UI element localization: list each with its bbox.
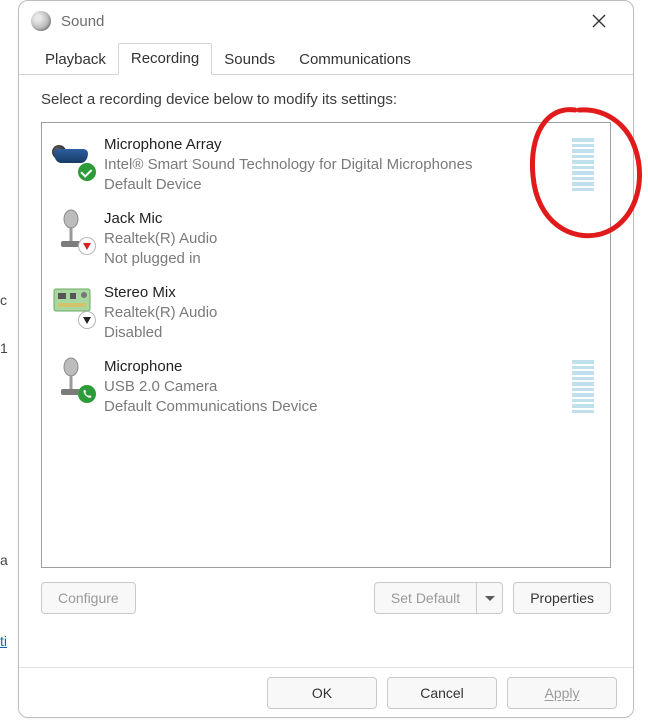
tab-playback[interactable]: Playback xyxy=(33,45,118,75)
properties-button[interactable]: Properties xyxy=(513,582,611,614)
microphone-icon xyxy=(52,209,94,253)
device-status: Default Device xyxy=(104,175,562,195)
tab-panel-recording: Select a recording device below to modif… xyxy=(19,75,633,624)
titlebar: Sound xyxy=(19,1,633,41)
device-item[interactable]: Jack Mic Realtek(R) Audio Not plugged in xyxy=(46,203,606,277)
tab-strip: Playback Recording Sounds Communications xyxy=(19,41,633,75)
bg-fragment: ti xyxy=(0,633,14,649)
dialog-footer: OK Cancel Apply xyxy=(19,667,633,717)
device-list[interactable]: Microphone Array Intel® Smart Sound Tech… xyxy=(41,122,611,568)
device-text: Microphone USB 2.0 Camera Default Commun… xyxy=(104,357,562,417)
device-driver: Realtek(R) Audio xyxy=(104,303,598,323)
bg-fragment: c xyxy=(0,292,14,308)
device-status: Default Communications Device xyxy=(104,397,562,417)
device-status: Disabled xyxy=(104,323,598,343)
device-item[interactable]: Microphone USB 2.0 Camera Default Commun… xyxy=(46,351,606,425)
tab-communications[interactable]: Communications xyxy=(287,45,423,75)
close-button[interactable] xyxy=(577,5,621,37)
phone-badge-icon xyxy=(78,385,96,403)
panel-button-row: Configure Set Default Properties xyxy=(41,582,611,614)
tab-sounds[interactable]: Sounds xyxy=(212,45,287,75)
device-item[interactable]: Stereo Mix Realtek(R) Audio Disabled xyxy=(46,277,606,351)
unplugged-badge-icon xyxy=(78,237,96,255)
device-status: Not plugged in xyxy=(104,249,598,269)
check-badge-icon xyxy=(78,163,96,181)
apply-button[interactable]: Apply xyxy=(507,677,617,709)
device-driver: Intel® Smart Sound Technology for Digita… xyxy=(104,155,562,175)
device-name: Microphone Array xyxy=(104,135,562,155)
instruction-text: Select a recording device below to modif… xyxy=(41,91,611,108)
device-name: Stereo Mix xyxy=(104,283,598,303)
device-text: Jack Mic Realtek(R) Audio Not plugged in xyxy=(104,209,598,269)
bg-fragment: 1 xyxy=(0,340,14,356)
tab-recording[interactable]: Recording xyxy=(118,43,212,75)
window-title: Sound xyxy=(61,13,577,30)
ok-button[interactable]: OK xyxy=(267,677,377,709)
device-driver: USB 2.0 Camera xyxy=(104,377,562,397)
cancel-button[interactable]: Cancel xyxy=(387,677,497,709)
headset-icon xyxy=(52,135,94,179)
bg-fragment: a xyxy=(0,552,14,568)
disabled-badge-icon xyxy=(78,311,96,329)
device-driver: Realtek(R) Audio xyxy=(104,229,598,249)
device-text: Microphone Array Intel® Smart Sound Tech… xyxy=(104,135,562,195)
level-meter xyxy=(572,135,594,191)
configure-button[interactable]: Configure xyxy=(41,582,136,614)
set-default-button[interactable]: Set Default xyxy=(374,582,477,614)
apply-label: Apply xyxy=(544,685,579,701)
microphone-icon xyxy=(52,357,94,401)
speaker-icon xyxy=(31,11,51,31)
close-icon xyxy=(592,14,606,28)
device-text: Stereo Mix Realtek(R) Audio Disabled xyxy=(104,283,598,343)
device-item[interactable]: Microphone Array Intel® Smart Sound Tech… xyxy=(46,129,606,203)
set-default-split-button: Set Default xyxy=(374,582,503,614)
set-default-dropdown[interactable] xyxy=(477,582,503,614)
device-name: Jack Mic xyxy=(104,209,598,229)
device-name: Microphone xyxy=(104,357,562,377)
soundcard-icon xyxy=(52,283,94,327)
level-meter xyxy=(572,357,594,413)
sound-dialog: Sound Playback Recording Sounds Communic… xyxy=(18,0,634,718)
